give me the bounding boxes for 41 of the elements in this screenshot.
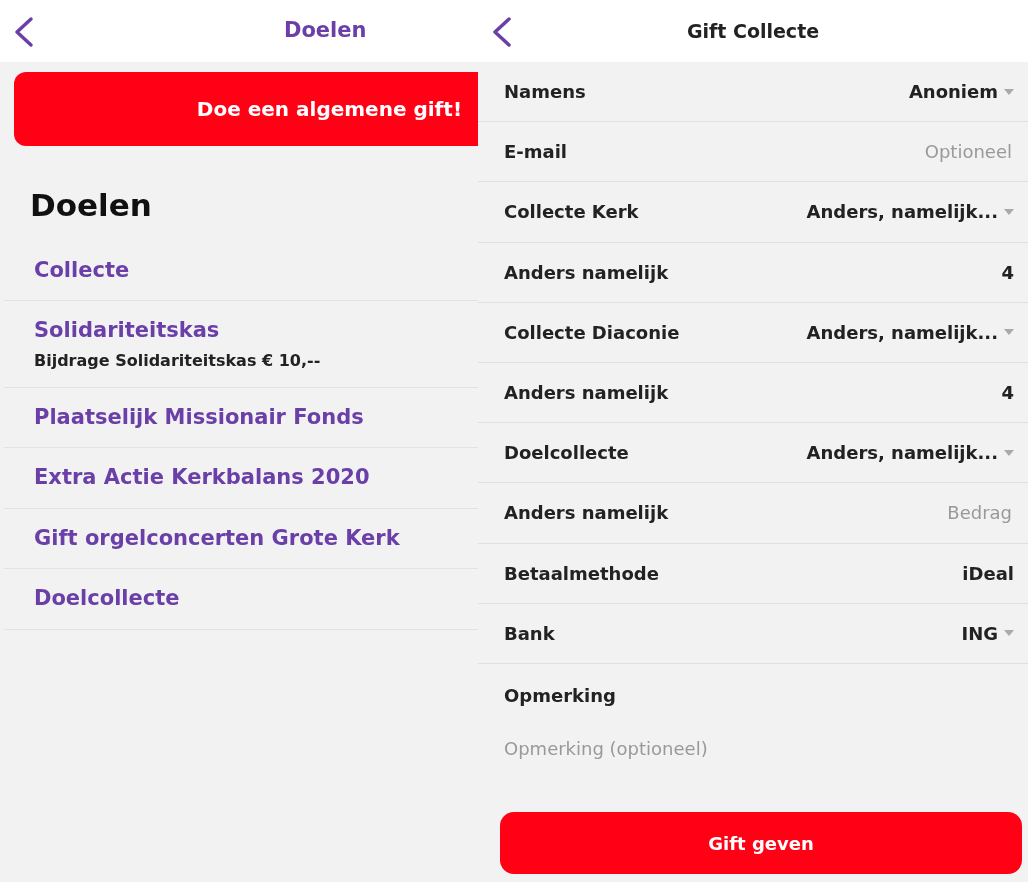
goal-description: Bijdrage Solidariteitskas € 10,--: [34, 349, 322, 372]
back-icon[interactable]: [490, 16, 514, 48]
dropdown-field[interactable]: Anders, namelijk...: [806, 198, 1014, 226]
field-label: Anders namelijk: [504, 260, 669, 285]
section-heading: Doelen: [30, 186, 153, 225]
screen-title: Doelen: [284, 17, 367, 45]
caret-icon: [1004, 88, 1014, 95]
caret-icon: [1004, 630, 1014, 637]
goal-link[interactable]: Solidariteitskas: [34, 315, 452, 347]
field-label: Betaalmethode: [504, 561, 659, 586]
dropdown-field[interactable]: Anoniem: [908, 78, 1014, 106]
field-label: Anders namelijk: [504, 381, 669, 406]
field-label: Doelcollecte: [504, 441, 629, 466]
goal-link[interactable]: Gift orgelconcerten Grote Kerk: [34, 522, 452, 554]
field-label: E-mail: [504, 140, 567, 165]
field-label: Opmerking: [504, 683, 617, 708]
caret-icon: [1004, 449, 1014, 456]
goal-link[interactable]: Plaatselijk Missionair Fonds: [34, 401, 452, 433]
submit-button[interactable]: Gift geven: [500, 812, 1022, 874]
dropdown-field[interactable]: ING: [961, 619, 1014, 647]
back-icon[interactable]: [12, 16, 36, 48]
input-field[interactable]: Bedrag: [814, 498, 1014, 528]
field-label: Collecte Diaconie: [504, 320, 680, 345]
screen-title: Gift Collecte: [686, 18, 820, 44]
field-label: Bank: [504, 621, 555, 646]
field-value: iDeal: [962, 561, 1014, 586]
dropdown-field[interactable]: Anders, namelijk...: [806, 439, 1014, 467]
field-value: 4: [1001, 381, 1014, 406]
goal-link[interactable]: Doelcollecte: [34, 583, 452, 615]
field-label: Anders namelijk: [504, 501, 669, 526]
field-value: 4: [1001, 260, 1014, 285]
field-label: Collecte Kerk: [504, 200, 639, 225]
goal-link[interactable]: Collecte: [34, 254, 452, 286]
caret-icon: [1004, 208, 1014, 215]
input-field[interactable]: Optioneel: [814, 137, 1014, 167]
goal-link[interactable]: Extra Actie Kerkbalans 2020: [34, 462, 452, 494]
dropdown-field[interactable]: Anders, namelijk...: [806, 318, 1014, 346]
caret-icon: [1004, 329, 1014, 336]
field-label: Namens: [504, 80, 586, 105]
general-gift-button[interactable]: Doe een algemene gift!: [14, 72, 478, 146]
remark-field[interactable]: Opmerking (optioneel): [504, 734, 984, 775]
